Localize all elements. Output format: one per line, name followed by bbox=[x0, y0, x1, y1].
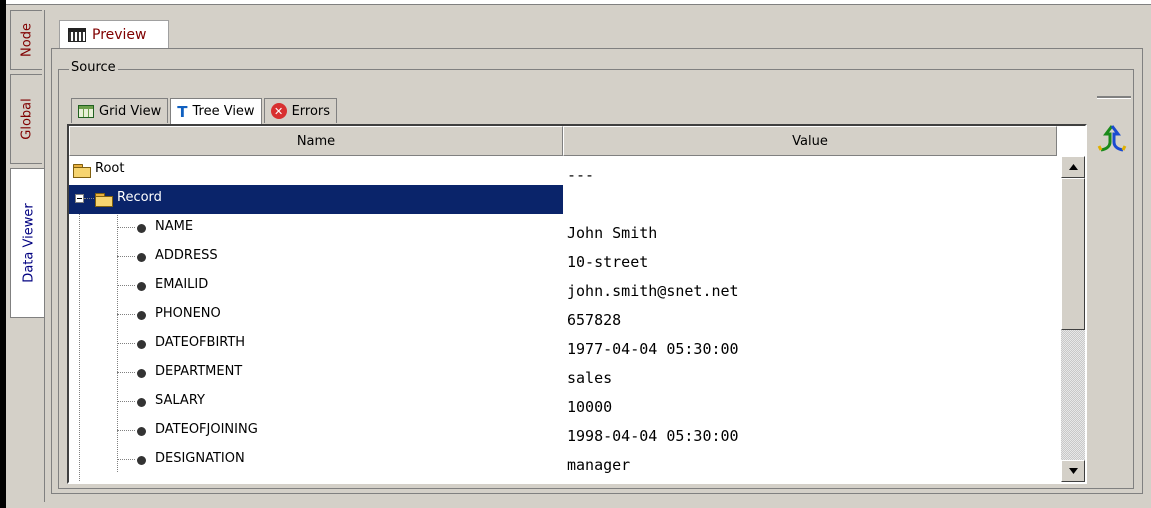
row-name: DESIGNATION bbox=[155, 451, 245, 466]
error-icon: ✕ bbox=[270, 103, 287, 119]
field-icon bbox=[137, 282, 146, 291]
tab-tree-view[interactable]: T Tree View bbox=[170, 98, 262, 124]
tree-row-field[interactable]: DEPARTMENT sales bbox=[69, 359, 1059, 388]
source-group: Source Grid View T Tree View ✕ Errors Na… bbox=[58, 60, 1134, 489]
window-top-border bbox=[0, 0, 1151, 5]
refresh-icon[interactable] bbox=[1095, 122, 1129, 156]
row-name: EMAILID bbox=[155, 277, 209, 292]
vertical-scrollbar[interactable] bbox=[1061, 156, 1085, 482]
side-tab-label: Data Viewer bbox=[21, 203, 36, 283]
row-value: 1998-04-04 05:30:00 bbox=[567, 426, 739, 445]
row-name: DATEOFJOINING bbox=[155, 422, 258, 437]
tab-label: Tree View bbox=[192, 104, 255, 119]
row-value: 10-street bbox=[567, 252, 649, 271]
field-icon bbox=[137, 398, 146, 407]
tree-row-root[interactable]: Root --- bbox=[69, 156, 1059, 185]
side-tab-data-viewer[interactable]: Data Viewer bbox=[10, 168, 46, 318]
preview-tab-label: Preview bbox=[92, 26, 147, 43]
side-tab-node[interactable]: Node bbox=[10, 10, 42, 70]
preview-tab[interactable]: Preview bbox=[59, 20, 169, 48]
column-header-name[interactable]: Name bbox=[69, 126, 563, 156]
field-icon bbox=[137, 253, 146, 262]
tab-label: Errors bbox=[291, 103, 331, 119]
folder-open-icon bbox=[95, 193, 113, 207]
side-tab-strip: Node Global Data Viewer bbox=[10, 10, 46, 318]
tree-view-icon: T bbox=[177, 102, 188, 121]
row-name: ADDRESS bbox=[155, 248, 218, 263]
field-icon bbox=[137, 369, 146, 378]
tab-label: Grid View bbox=[99, 103, 162, 119]
row-value: --- bbox=[567, 165, 595, 184]
preview-content: Source Grid View T Tree View ✕ Errors Na… bbox=[51, 48, 1143, 494]
row-name: SALARY bbox=[155, 393, 205, 408]
tree-row-field[interactable]: SALARY 10000 bbox=[69, 388, 1059, 417]
view-tabs: Grid View T Tree View ✕ Errors bbox=[71, 98, 338, 124]
row-name: DEPARTMENT bbox=[155, 364, 243, 379]
tree-rows: Root --- Record NAME John Smith ADDRESS … bbox=[69, 156, 1059, 482]
grid-header: Name Value bbox=[69, 126, 1059, 156]
scroll-down-button[interactable] bbox=[1061, 460, 1085, 482]
tab-grid-view[interactable]: Grid View bbox=[71, 98, 169, 123]
tree-row-record[interactable]: Record bbox=[69, 185, 1059, 214]
row-value: sales bbox=[567, 368, 613, 387]
arrow-down-icon bbox=[1068, 468, 1078, 474]
tree-row-field[interactable]: PHONENO 657828 bbox=[69, 301, 1059, 330]
tree-row-field[interactable]: ADDRESS 10-street bbox=[69, 243, 1059, 272]
field-icon bbox=[137, 427, 146, 436]
scroll-up-button[interactable] bbox=[1061, 156, 1085, 178]
row-name: DATEOFBIRTH bbox=[155, 335, 246, 350]
field-icon bbox=[137, 456, 146, 465]
grid-icon bbox=[68, 27, 86, 42]
row-name: Root bbox=[95, 161, 125, 176]
field-icon bbox=[137, 311, 146, 320]
side-tab-global[interactable]: Global bbox=[10, 74, 42, 164]
field-icon bbox=[137, 340, 146, 349]
side-tab-label: Global bbox=[19, 98, 34, 140]
tree-row-field[interactable]: EMAILID john.smith@snet.net bbox=[69, 272, 1059, 301]
row-value: john.smith@snet.net bbox=[567, 281, 739, 300]
source-group-label: Source bbox=[69, 60, 118, 75]
row-value: 10000 bbox=[567, 397, 613, 416]
row-value: John Smith bbox=[567, 223, 658, 242]
field-icon bbox=[137, 224, 146, 233]
tree-grid: Name Value Root --- Record NAME John Smi… bbox=[67, 124, 1087, 484]
grid-view-icon bbox=[78, 104, 94, 118]
side-tab-label: Node bbox=[19, 23, 34, 57]
tree-row-field[interactable]: DESIGNATION manager bbox=[69, 446, 1059, 475]
tab-errors[interactable]: ✕ Errors bbox=[263, 98, 338, 123]
separator bbox=[1097, 96, 1131, 99]
row-name: NAME bbox=[155, 219, 194, 234]
row-name: PHONENO bbox=[155, 306, 221, 321]
column-header-value[interactable]: Value bbox=[563, 126, 1057, 156]
window-left-border bbox=[0, 0, 6, 508]
tree-row-field[interactable]: NAME John Smith bbox=[69, 214, 1059, 243]
folder-icon bbox=[73, 164, 91, 178]
row-value: 657828 bbox=[567, 310, 622, 329]
tree-row-field[interactable]: DATEOFBIRTH 1977-04-04 05:30:00 bbox=[69, 330, 1059, 359]
scroll-thumb[interactable] bbox=[1061, 178, 1085, 330]
tree-row-field[interactable]: DATEOFJOINING 1998-04-04 05:30:00 bbox=[69, 417, 1059, 446]
main-panel: Preview Source Grid View T Tree View ✕ E… bbox=[44, 10, 1149, 502]
arrow-up-icon bbox=[1068, 164, 1078, 170]
row-value: 1977-04-04 05:30:00 bbox=[567, 339, 739, 358]
collapse-icon[interactable] bbox=[75, 194, 84, 203]
row-value: manager bbox=[567, 455, 631, 474]
row-name: Record bbox=[117, 190, 162, 205]
